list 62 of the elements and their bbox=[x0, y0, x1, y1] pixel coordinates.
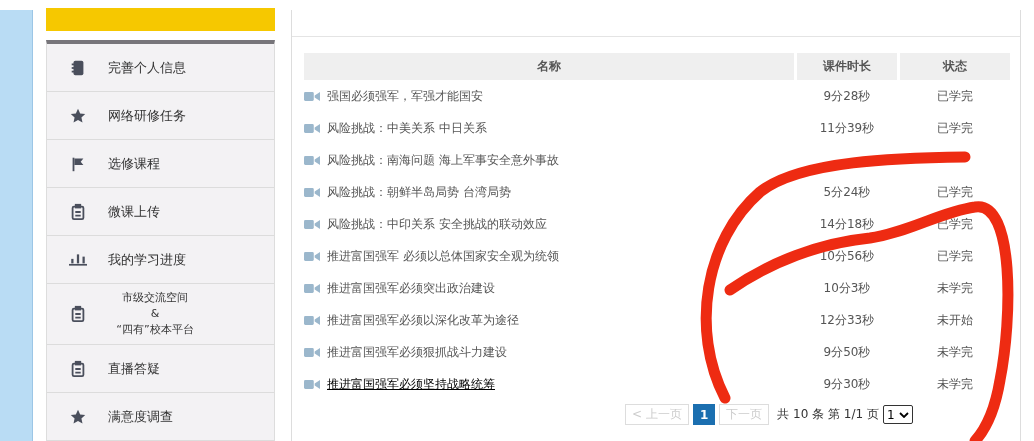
sidebar-item[interactable]: 市级交流空间 & “四有”校本平台 bbox=[47, 284, 274, 345]
status-text: 已学完 bbox=[937, 120, 973, 135]
sidebar-label: 选修课程 bbox=[108, 154, 160, 173]
chevron-down-icon bbox=[898, 411, 909, 418]
column-header: 状态 bbox=[900, 53, 1010, 80]
status-text: 已学完 bbox=[937, 88, 973, 103]
duration-text: 11分39秒 bbox=[819, 120, 875, 135]
sidebar-label: 直播答疑 bbox=[108, 359, 160, 378]
course-link[interactable]: 风险挑战：南海问题 海上军事安全意外事故 bbox=[327, 151, 559, 169]
course-link[interactable]: 推进富国强军必须坚持战略统筹 bbox=[327, 375, 495, 393]
course-link[interactable]: 风险挑战：中印关系 安全挑战的联动效应 bbox=[327, 215, 547, 233]
sidebar-label: 我的学习进度 bbox=[108, 250, 186, 269]
status-text: 未学完 bbox=[937, 280, 973, 295]
course-link[interactable]: 风险挑战：中美关系 中日关系 bbox=[327, 119, 487, 137]
duration-text: 9分28秒 bbox=[823, 88, 871, 103]
course-link[interactable]: 推进富国强军必须狠抓战斗力建设 bbox=[327, 343, 507, 361]
video-camera-icon bbox=[304, 346, 320, 358]
column-header: 课件时长 bbox=[797, 53, 897, 80]
clipboard-icon bbox=[69, 202, 87, 221]
status-text: 未学完 bbox=[937, 344, 973, 359]
video-camera-icon bbox=[304, 282, 320, 294]
video-camera-icon bbox=[304, 186, 320, 198]
course-link[interactable]: 推进富国强军必须以深化改革为途径 bbox=[327, 311, 519, 329]
duration-text: 9分50秒 bbox=[823, 344, 871, 359]
video-camera-icon bbox=[304, 378, 320, 390]
video-camera-icon bbox=[304, 90, 320, 102]
status-text: 未开始 bbox=[937, 312, 973, 327]
sidebar-item[interactable]: 微课上传 bbox=[47, 188, 274, 236]
sidebar-label: 完善个人信息 bbox=[108, 58, 186, 77]
page-select[interactable]: 1 bbox=[882, 405, 913, 424]
video-camera-icon bbox=[304, 154, 320, 166]
sidebar-label: 满意度调查 bbox=[108, 407, 173, 426]
sidebar-item[interactable]: 我的学习进度 bbox=[47, 236, 274, 284]
duration-text: 14分18秒 bbox=[819, 216, 875, 231]
clipboard-icon bbox=[69, 305, 87, 323]
page-number-button[interactable]: 1 bbox=[692, 404, 716, 425]
course-link[interactable]: 推进富国强军必须突出政治建设 bbox=[327, 279, 495, 297]
duration-text: 12分33秒 bbox=[819, 312, 875, 327]
sidebar-item[interactable]: 选修课程 bbox=[47, 140, 274, 188]
sidebar-item[interactable]: 网络研修任务 bbox=[47, 92, 274, 140]
sidebar-item[interactable]: 满意度调查 bbox=[47, 393, 274, 441]
course-link[interactable]: 风险挑战：朝鲜半岛局势 台湾局势 bbox=[327, 183, 511, 201]
column-header: 名称 bbox=[304, 53, 794, 80]
sidebar-label: 微课上传 bbox=[108, 202, 160, 221]
status-text: 未学完 bbox=[937, 376, 973, 391]
duration-text: 5分24秒 bbox=[823, 184, 871, 199]
sidebar-label: 网络研修任务 bbox=[108, 106, 186, 125]
duration-text: 10分3秒 bbox=[823, 280, 871, 295]
video-camera-icon bbox=[304, 314, 320, 326]
sidebar-item[interactable]: 直播答疑 bbox=[47, 345, 274, 393]
duration-text: 9分30秒 bbox=[823, 376, 871, 391]
status-text: 已学完 bbox=[937, 248, 973, 263]
sidebar-item[interactable]: 完善个人信息 bbox=[47, 44, 274, 92]
video-camera-icon bbox=[304, 218, 320, 230]
video-camera-icon bbox=[304, 250, 320, 262]
course-link[interactable]: 强国必须强军，军强才能国安 bbox=[327, 87, 483, 105]
sidebar-label: 市级交流空间 & “四有”校本平台 bbox=[115, 290, 195, 338]
status-text: 已学完 bbox=[937, 184, 973, 199]
video-camera-icon bbox=[304, 122, 320, 134]
course-link[interactable]: 推进富国强军 必须以总体国家安全观为统领 bbox=[327, 247, 559, 265]
clipboard-icon bbox=[69, 359, 87, 378]
page-summary: 共 10 条 第 1/1 页 bbox=[777, 406, 879, 423]
